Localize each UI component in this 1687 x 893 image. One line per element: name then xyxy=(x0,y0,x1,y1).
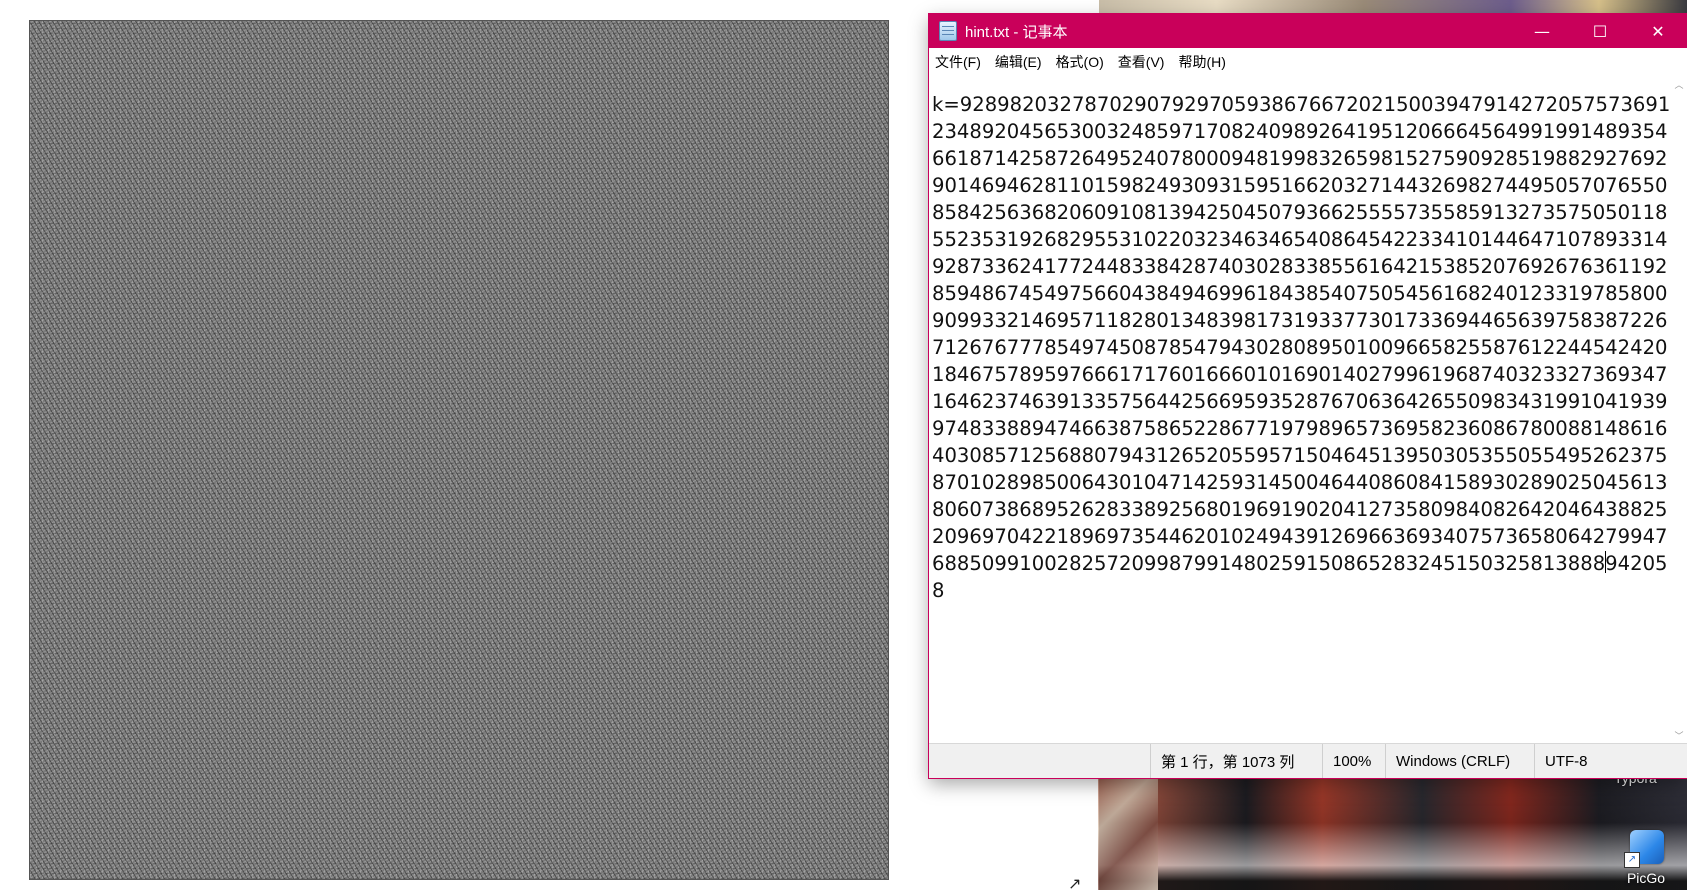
status-bar: 第 1 行，第 1073 列 100% Windows (CRLF) UTF-8 xyxy=(929,743,1687,778)
scroll-up-icon[interactable]: ︿ xyxy=(1674,78,1684,91)
maximize-icon: ☐ xyxy=(1592,21,1608,41)
menu-format[interactable]: 格式(O) xyxy=(1049,52,1111,72)
text-editor[interactable]: k=92898203278702907929705938676672021500… xyxy=(929,76,1671,744)
minimize-icon: — xyxy=(1534,21,1550,41)
menu-edit[interactable]: 编辑(E) xyxy=(988,52,1049,72)
status-zoom: 100% xyxy=(1322,744,1385,778)
vertical-scrollbar[interactable]: ︿ ﹀ xyxy=(1671,76,1687,744)
scroll-down-icon[interactable]: ﹀ xyxy=(1674,729,1684,742)
status-encoding: UTF-8 xyxy=(1534,744,1687,778)
window-title: hint.txt - 记事本 xyxy=(965,23,1068,41)
menu-bar: 文件(F) 编辑(E) 格式(O) 查看(V) 帮助(H) xyxy=(929,48,1687,76)
title-bar[interactable]: hint.txt - 记事本 — ☐ ✕ xyxy=(929,14,1687,48)
picgo-label: PicGo xyxy=(1626,870,1666,886)
picgo-shortcut[interactable]: ↗ PicGo xyxy=(1612,830,1676,890)
desktop-wallpaper-edge xyxy=(1098,778,1158,890)
maximize-button[interactable]: ☐ xyxy=(1571,14,1629,48)
noise-image xyxy=(29,20,889,880)
status-line-ending: Windows (CRLF) xyxy=(1385,744,1534,778)
close-button[interactable]: ✕ xyxy=(1629,14,1687,48)
editor-text-before-caret: k=92898203278702907929705938676672021500… xyxy=(932,93,1671,575)
mouse-cursor-icon: ↗ xyxy=(1068,874,1082,893)
shortcut-arrow-icon: ↗ xyxy=(1624,852,1640,868)
menu-file[interactable]: 文件(F) xyxy=(929,52,988,72)
close-icon: ✕ xyxy=(1651,21,1665,41)
notepad-icon xyxy=(939,21,957,41)
desktop-wallpaper-bottom xyxy=(1099,778,1687,890)
menu-help[interactable]: 帮助(H) xyxy=(1171,52,1232,72)
minimize-button[interactable]: — xyxy=(1513,14,1571,48)
menu-view[interactable]: 查看(V) xyxy=(1111,52,1172,72)
status-cursor-position: 第 1 行，第 1073 列 xyxy=(1150,744,1322,778)
notepad-window: hint.txt - 记事本 — ☐ ✕ 文件(F) 编辑(E) 格式(O) 查… xyxy=(929,14,1687,778)
